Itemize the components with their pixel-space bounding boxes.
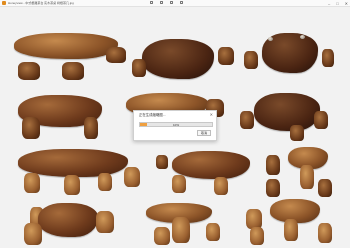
root-stool [132, 59, 146, 77]
root-stool [62, 62, 84, 80]
root-stool [98, 173, 112, 191]
root-stool [156, 155, 168, 169]
open-icon[interactable] [150, 1, 153, 4]
root-stool [300, 165, 314, 189]
window-controls: – □ ✕ [328, 0, 348, 7]
root-stool [244, 51, 258, 69]
dialog-title: 正在生成缩略图... [139, 113, 166, 117]
root-stool [290, 125, 304, 141]
root-stool [18, 62, 40, 80]
image-viewport[interactable]: 正在生成缩略图... ✕ 10% 取消 [0, 7, 350, 248]
root-stool [154, 227, 170, 245]
maximize-button[interactable]: □ [336, 1, 338, 7]
root-stool [214, 177, 228, 195]
root-stool [218, 47, 234, 65]
close-button[interactable]: ✕ [345, 1, 348, 7]
root-stool [266, 179, 280, 197]
root-stool [240, 111, 254, 129]
root-stool [322, 49, 334, 67]
root-stool [206, 223, 220, 241]
root-stool [284, 219, 298, 241]
cancel-button[interactable]: 取消 [197, 130, 211, 136]
root-stool [124, 167, 140, 187]
minimize-button[interactable]: – [328, 1, 330, 7]
root-stool [246, 209, 262, 229]
root-stool [96, 211, 114, 233]
close-icon[interactable]: ✕ [210, 112, 213, 117]
root-stool [84, 117, 98, 139]
progress-bar: 10% [139, 122, 213, 127]
root-tea-table-6 [254, 93, 320, 131]
window-titlebar: Honeyview - 中式根雕茶台 实木茶桌 树根茶几.jpg – □ ✕ [0, 0, 350, 7]
root-stool [266, 155, 280, 175]
root-tea-table-2 [142, 39, 214, 79]
thumbnail-progress-dialog: 正在生成缩略图... ✕ 10% 取消 [133, 110, 217, 141]
teapot [268, 37, 273, 41]
fullscreen-icon[interactable] [180, 1, 183, 4]
root-stool [24, 173, 40, 193]
root-stool [318, 179, 332, 197]
root-tea-table-1 [14, 33, 118, 59]
teapot [300, 35, 305, 39]
root-stool [106, 47, 126, 63]
rotate-icon[interactable] [160, 1, 163, 4]
root-stool [172, 175, 186, 193]
root-stool [318, 223, 332, 243]
toolbar [150, 1, 183, 4]
root-stool [250, 227, 264, 245]
root-stool [172, 217, 190, 243]
root-stool [22, 117, 40, 139]
window-title: Honeyview - 中式根雕茶台 实木茶桌 树根茶几.jpg [8, 1, 74, 5]
root-tea-table-8 [172, 151, 250, 179]
root-stool [64, 175, 80, 195]
root-stool [24, 223, 42, 245]
progress-percent: 10% [172, 123, 179, 127]
root-tea-table-10 [38, 203, 98, 237]
honeyview-app-icon [2, 1, 6, 5]
zoom-icon[interactable] [170, 1, 173, 4]
root-stool [314, 111, 328, 129]
